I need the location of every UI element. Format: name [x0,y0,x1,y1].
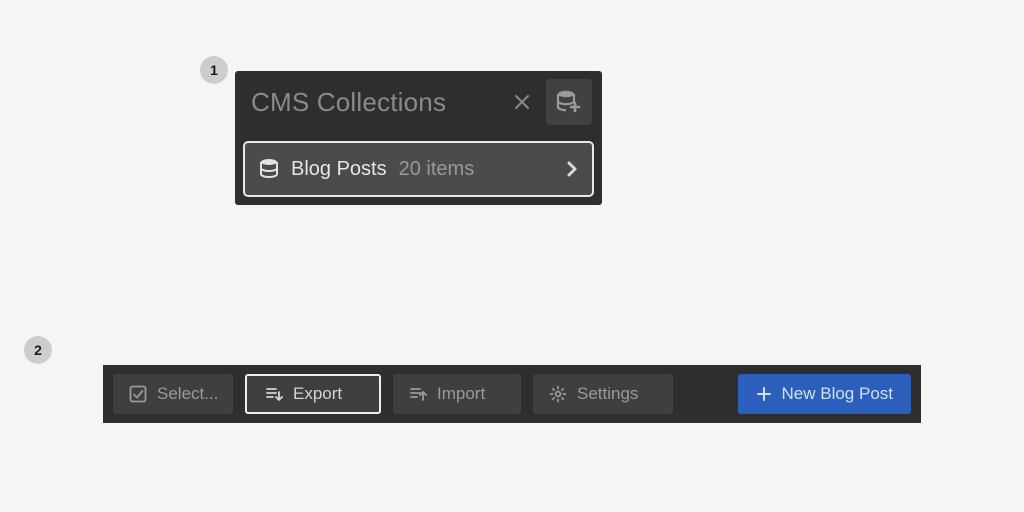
export-icon [265,385,283,403]
close-icon[interactable] [508,93,536,111]
select-button[interactable]: Select... [113,374,233,414]
chevron-right-icon [566,160,578,178]
import-label: Import [437,384,485,404]
export-button[interactable]: Export [245,374,381,414]
plus-icon [756,386,772,402]
database-plus-icon [556,89,582,115]
cms-collections-panel: CMS Collections Blog Posts 20 items [235,71,602,205]
export-label: Export [293,384,342,404]
database-icon [259,158,279,180]
step-badge-1: 1 [200,56,228,84]
panel-body: Blog Posts 20 items [235,133,602,205]
gear-icon [549,385,567,403]
collection-row-blog-posts[interactable]: Blog Posts 20 items [243,141,594,197]
new-label: New Blog Post [782,384,894,404]
collection-count: 20 items [399,158,554,181]
panel-title: CMS Collections [251,87,498,118]
new-blog-post-button[interactable]: New Blog Post [738,374,912,414]
import-icon [409,385,427,403]
checkbox-icon [129,385,147,403]
collection-toolbar: Select... Export Import Settings New Blo… [103,365,921,423]
collection-name: Blog Posts [291,158,387,181]
step-badge-2: 2 [24,336,52,364]
settings-button[interactable]: Settings [533,374,673,414]
add-collection-button[interactable] [546,79,592,125]
panel-header: CMS Collections [235,71,602,133]
select-label: Select... [157,384,218,404]
import-button[interactable]: Import [393,374,521,414]
settings-label: Settings [577,384,638,404]
